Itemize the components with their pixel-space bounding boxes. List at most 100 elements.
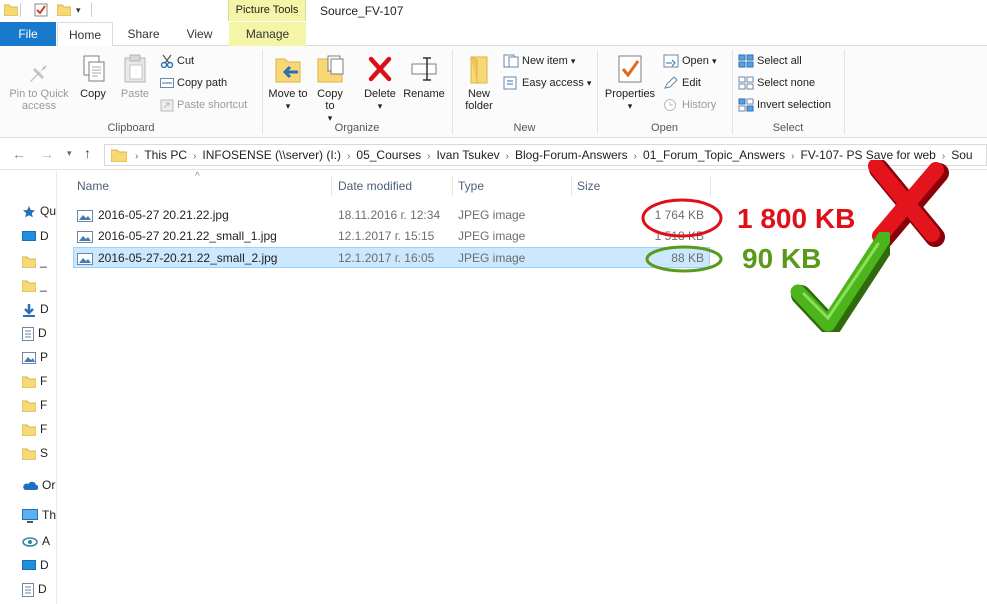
invert-selection-label: Invert selection xyxy=(757,99,831,111)
navpane-item[interactable]: S xyxy=(22,443,56,463)
rename-button[interactable]: Rename xyxy=(402,54,446,100)
ribbon-tab-bar: File Home Share View Manage xyxy=(0,22,987,47)
chevron-right-icon[interactable]: › xyxy=(343,147,354,165)
paste-button[interactable]: Paste xyxy=(118,54,152,100)
column-divider[interactable] xyxy=(710,176,711,196)
qat-dropdown-icon[interactable]: ▾ xyxy=(76,5,81,16)
navpane-item[interactable]: D xyxy=(22,226,56,246)
pin-to-quick-access-button[interactable]: Pin to Quick access xyxy=(4,54,74,112)
navpane-item-label: _ xyxy=(40,254,47,268)
new-folder-button[interactable]: New folder xyxy=(458,54,500,112)
tab-home[interactable]: Home xyxy=(57,22,113,47)
navpane-item[interactable]: D xyxy=(22,555,56,575)
navpane-item[interactable]: _ xyxy=(22,275,56,295)
column-header-date-modified[interactable]: Date modified xyxy=(333,174,451,198)
navpane-item[interactable]: Or xyxy=(22,475,56,495)
folder-icon xyxy=(22,400,36,412)
breadcrumb-forum-topic-answers[interactable]: 01_Forum_Topic_Answers xyxy=(641,145,787,165)
new-folder-icon[interactable] xyxy=(57,4,71,16)
navpane-item-label: Qu xyxy=(40,204,56,218)
copy-to-button[interactable]: Copy to ▾ xyxy=(312,54,348,124)
pin-label: Pin to Quick access xyxy=(9,88,69,112)
breadcrumb-ivan-tsukev[interactable]: Ivan Tsukev xyxy=(434,145,501,165)
breadcrumb-blog-forum-answers[interactable]: Blog-Forum-Answers xyxy=(513,145,630,165)
navpane-item-label: S xyxy=(40,446,49,460)
file-name-cell[interactable]: 2016-05-27-20.21.22_small_2.jpg xyxy=(77,248,277,269)
tab-file[interactable]: File xyxy=(0,22,56,46)
chevron-right-icon[interactable]: › xyxy=(189,147,200,165)
navigation-bar: ← → ▾ ↑ › This PC › INFOSENSE (\\server) (I… xyxy=(0,140,987,170)
navpane-item-label: P xyxy=(40,350,49,364)
column-header-size[interactable]: Size xyxy=(572,174,710,198)
recent-locations-chevron-icon[interactable]: ▾ xyxy=(67,148,72,159)
folder-icon[interactable] xyxy=(4,4,18,16)
select-all-button[interactable]: Select all xyxy=(738,51,802,71)
address-bar[interactable]: › This PC › INFOSENSE (\\server) (I:) › 05_Co… xyxy=(104,144,987,166)
select-all-label: Select all xyxy=(757,55,802,67)
delete-label: Delete xyxy=(364,88,396,100)
file-name-cell[interactable]: 2016-05-27 20.21.22.jpg xyxy=(77,205,229,226)
file-date: 18.11.2016 г. 12:34 xyxy=(338,208,441,222)
up-arrow-icon[interactable]: ↑ xyxy=(84,145,91,161)
properties-icon[interactable] xyxy=(34,3,48,17)
navpane-item[interactable]: F xyxy=(22,395,56,415)
navpane-item[interactable]: F xyxy=(22,371,56,391)
chevron-right-icon[interactable]: › xyxy=(630,147,641,165)
navpane-item[interactable]: F xyxy=(22,419,56,439)
chevron-right-icon[interactable]: › xyxy=(787,147,798,165)
open-button[interactable]: Open ▾ xyxy=(663,51,717,71)
properties-icon xyxy=(616,54,644,84)
chevron-down-icon: ▾ xyxy=(285,101,291,111)
document-icon xyxy=(22,582,34,597)
column-header-row: Name Date modified Type Size xyxy=(72,174,712,198)
edit-button[interactable]: Edit xyxy=(663,73,701,93)
tab-manage[interactable]: Manage xyxy=(229,22,306,46)
table-row[interactable]: 2016-05-27 20.21.22.jpg 18.11.2016 г. 12… xyxy=(73,205,710,226)
navpane-item[interactable]: Th xyxy=(22,505,56,525)
document-icon xyxy=(22,326,34,341)
navpane-item-label: Or xyxy=(42,478,56,492)
table-row-selected[interactable]: 2016-05-27-20.21.22_small_2.jpg 12.1.201… xyxy=(73,247,710,268)
select-none-button[interactable]: Select none xyxy=(738,73,815,93)
breadcrumb-courses[interactable]: 05_Courses xyxy=(354,145,423,165)
paste-shortcut-button[interactable]: Paste shortcut xyxy=(160,95,247,115)
breadcrumb-this-pc[interactable]: This PC xyxy=(142,145,189,165)
cut-button[interactable]: Cut xyxy=(160,51,194,71)
picture-tools-label: Picture Tools xyxy=(228,0,306,21)
column-header-type[interactable]: Type xyxy=(453,174,571,198)
file-name-cell[interactable]: 2016-05-27 20.21.22_small_1.jpg xyxy=(77,226,277,247)
properties-label: Properties xyxy=(604,88,656,100)
chevron-right-icon[interactable]: › xyxy=(131,147,142,165)
navpane-item[interactable]: D xyxy=(22,579,56,599)
chevron-right-icon[interactable]: › xyxy=(423,147,434,165)
folder-icon xyxy=(111,149,127,163)
column-header-name[interactable]: Name xyxy=(72,174,330,198)
navpane-item[interactable]: D xyxy=(22,299,56,319)
copy-button[interactable]: Copy xyxy=(78,54,108,100)
copy-path-button[interactable]: Copy path xyxy=(160,73,227,93)
forward-arrow-icon[interactable]: → xyxy=(40,146,54,162)
navpane-item[interactable]: A xyxy=(22,531,56,551)
navpane-item[interactable]: Qu xyxy=(22,201,56,221)
copy-folder-icon xyxy=(316,54,344,84)
tab-view[interactable]: View xyxy=(172,22,227,46)
delete-button[interactable]: Delete ▾ xyxy=(360,54,400,112)
properties-button[interactable]: Properties ▾ xyxy=(602,54,658,112)
breadcrumb-source[interactable]: Sou xyxy=(949,145,974,165)
navpane-item[interactable]: P xyxy=(22,347,56,367)
table-row[interactable]: 2016-05-27 20.21.22_small_1.jpg 12.1.201… xyxy=(73,226,710,247)
breadcrumb-drive[interactable]: INFOSENSE (\\server) (I:) xyxy=(200,145,343,165)
easy-access-button[interactable]: Easy access ▾ xyxy=(503,73,591,93)
back-arrow-icon[interactable]: ← xyxy=(12,146,26,162)
tab-share[interactable]: Share xyxy=(116,22,171,46)
column-divider[interactable] xyxy=(331,176,332,196)
move-to-button[interactable]: Move to ▾ xyxy=(268,54,308,112)
navpane-item[interactable]: _ xyxy=(22,251,56,271)
new-item-button[interactable]: New item ▾ xyxy=(503,51,575,71)
navpane-item[interactable]: D xyxy=(22,323,56,343)
invert-selection-button[interactable]: Invert selection xyxy=(738,95,831,115)
chevron-right-icon[interactable]: › xyxy=(502,147,513,165)
history-button[interactable]: History xyxy=(663,95,716,115)
new-folder-icon xyxy=(465,54,493,84)
navigation-pane: QuD__DDPFFFSOrThADDD xyxy=(0,171,56,604)
